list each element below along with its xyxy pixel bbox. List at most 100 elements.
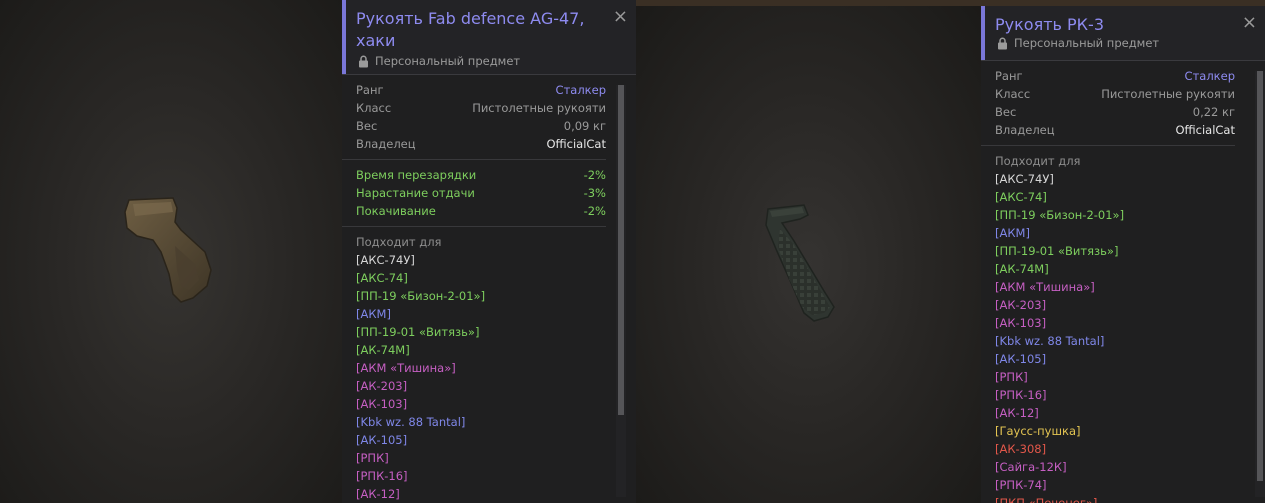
prop-value: Сталкер <box>555 83 606 97</box>
scrollbar[interactable] <box>1255 71 1265 497</box>
weapon-item: [АКС-74] <box>356 271 408 285</box>
weapon-item: [РПК] <box>995 370 1028 384</box>
weapon-item: [ПП-19-01 «Витязь»] <box>995 244 1119 258</box>
accent-bar <box>342 0 346 74</box>
compatible-label: Подходит для <box>356 235 442 249</box>
properties-section: Ранг Сталкер Класс Пистолетные рукояти В… <box>342 75 606 160</box>
prop-value: 0,22 кг <box>1192 105 1235 119</box>
weapon-item: [АКС-74] <box>995 190 1047 204</box>
scrollbar-thumb[interactable] <box>618 85 624 415</box>
accent-bar <box>981 6 985 60</box>
tooltip-body: Ранг Сталкер Класс Пистолетные рукояти В… <box>342 75 636 503</box>
weapon-item: [ПП-19-01 «Витязь»] <box>356 325 480 339</box>
stats-section: Время перезарядки -2% Нарастание отдачи … <box>342 160 606 227</box>
personal-item-label: Персональный предмет <box>1014 36 1160 50</box>
weapon-item: [РПК-74] <box>995 478 1047 492</box>
stat-row-recoil: Нарастание отдачи -3% <box>342 184 606 202</box>
left-screen: Рукоять Fab defence AG-47, хаки × Персон… <box>0 0 636 503</box>
weapon-item: [Kbk wz. 88 Tantal] <box>356 415 466 429</box>
right-screen: Рукоять РК-3 × Персональный предмет Ранг… <box>636 0 1265 503</box>
prop-key: Класс <box>995 87 1031 101</box>
weapon-item: [АК-74М] <box>995 262 1049 276</box>
prop-value: OfficialCat <box>1175 123 1235 137</box>
personal-item-row: Персональный предмет <box>358 54 520 68</box>
prop-key: Ранг <box>356 83 384 97</box>
prop-row-class: Класс Пистолетные рукояти <box>981 85 1235 103</box>
compatible-weapons-section: Подходит для [АКС-74У] [АКС-74] [ПП-19 «… <box>981 146 1265 503</box>
close-icon[interactable]: × <box>613 6 628 27</box>
prop-key: Класс <box>356 101 392 115</box>
weapon-item: [АК-103] <box>356 397 408 411</box>
weapon-item: [Сайга-12К] <box>995 460 1067 474</box>
weapon-item: [АКС-74У] <box>356 253 415 267</box>
prop-value: Сталкер <box>1184 69 1235 83</box>
weapon-item: [АКМ] <box>995 226 1030 240</box>
weapon-item: [РПК-16] <box>995 388 1047 402</box>
prop-key: Владелец <box>356 137 416 151</box>
stat-value: -2% <box>583 168 606 182</box>
prop-row-owner: Владелец OfficialCat <box>981 121 1235 139</box>
compatible-label: Подходит для <box>995 154 1081 168</box>
weapon-item: [Гаусс-пушка] <box>995 424 1081 438</box>
weapon-item: [АК-203] <box>995 298 1047 312</box>
item-title: Рукоять РК-3 <box>995 15 1104 34</box>
fab-defence-grip-image <box>124 197 212 303</box>
weapon-item: [АКМ «Тишина»] <box>995 280 1095 294</box>
close-icon[interactable]: × <box>1242 12 1257 33</box>
prop-row-rank: Ранг Сталкер <box>981 67 1235 85</box>
prop-key: Вес <box>995 105 1017 119</box>
personal-item-label: Персональный предмет <box>375 54 521 68</box>
prop-row-weight: Вес 0,22 кг <box>981 103 1235 121</box>
weapon-item: [ПП-19 «Бизон-2-01»] <box>356 289 486 303</box>
stat-row-sway: Покачивание -2% <box>342 202 606 220</box>
tooltip-header: Рукоять РК-3 × Персональный предмет <box>981 6 1265 61</box>
weapon-item: [АКМ «Тишина»] <box>356 361 456 375</box>
weapon-item: [АК-103] <box>995 316 1047 330</box>
tooltip-header: Рукоять Fab defence AG-47, хаки × Персон… <box>342 0 636 75</box>
prop-value: OfficialCat <box>546 137 606 151</box>
prop-row-rank: Ранг Сталкер <box>342 81 606 99</box>
stat-key: Время перезарядки <box>356 168 477 182</box>
compatible-weapons-section: Подходит для [АКС-74У] [АКС-74] [ПП-19 «… <box>342 227 636 503</box>
weapon-item: [АКМ] <box>356 307 391 321</box>
item-tooltip-left: Рукоять Fab defence AG-47, хаки × Персон… <box>342 0 636 503</box>
weapon-item: [АК-74М] <box>356 343 410 357</box>
prop-key: Владелец <box>995 123 1055 137</box>
lock-icon <box>998 37 1007 49</box>
weapon-item: [АК-308] <box>995 442 1047 456</box>
stat-key: Нарастание отдачи <box>356 186 475 200</box>
weapon-item: [АК-203] <box>356 379 408 393</box>
prop-key: Ранг <box>995 69 1023 83</box>
personal-item-row: Персональный предмет <box>997 36 1159 50</box>
weapon-item: [АК-105] <box>995 352 1047 366</box>
rk3-grip-image <box>765 204 835 322</box>
weapon-item: [ПКП «Печенег»] <box>995 496 1098 503</box>
prop-value: Пистолетные рукояти <box>1101 87 1235 101</box>
scrollbar-thumb[interactable] <box>1257 71 1263 481</box>
weapon-item: [Kbk wz. 88 Tantal] <box>995 334 1105 348</box>
item-title: Рукоять Fab defence AG-47, хаки <box>356 9 585 50</box>
weapon-item: [АК-12] <box>356 487 400 501</box>
weapon-item: [РПК] <box>356 451 389 465</box>
scrollbar[interactable] <box>616 85 626 497</box>
tooltip-body: Ранг Сталкер Класс Пистолетные рукояти В… <box>981 61 1265 503</box>
prop-row-class: Класс Пистолетные рукояти <box>342 99 606 117</box>
stat-key: Покачивание <box>356 204 436 218</box>
stat-value: -3% <box>583 186 606 200</box>
prop-row-weight: Вес 0,09 кг <box>342 117 606 135</box>
prop-value: Пистолетные рукояти <box>472 101 606 115</box>
item-preview-area <box>0 0 342 503</box>
item-preview-area <box>636 6 981 503</box>
stat-row-reload: Время перезарядки -2% <box>342 166 606 184</box>
prop-value: 0,09 кг <box>563 119 606 133</box>
lock-icon <box>359 55 368 67</box>
prop-key: Вес <box>356 119 378 133</box>
properties-section: Ранг Сталкер Класс Пистолетные рукояти В… <box>981 61 1235 146</box>
weapon-item: [АКС-74У] <box>995 172 1054 186</box>
item-tooltip-right: Рукоять РК-3 × Персональный предмет Ранг… <box>981 6 1265 503</box>
weapon-item: [АК-105] <box>356 433 408 447</box>
weapon-item: [ПП-19 «Бизон-2-01»] <box>995 208 1125 222</box>
stat-value: -2% <box>583 204 606 218</box>
weapon-item: [АК-12] <box>995 406 1039 420</box>
prop-row-owner: Владелец OfficialCat <box>342 135 606 153</box>
